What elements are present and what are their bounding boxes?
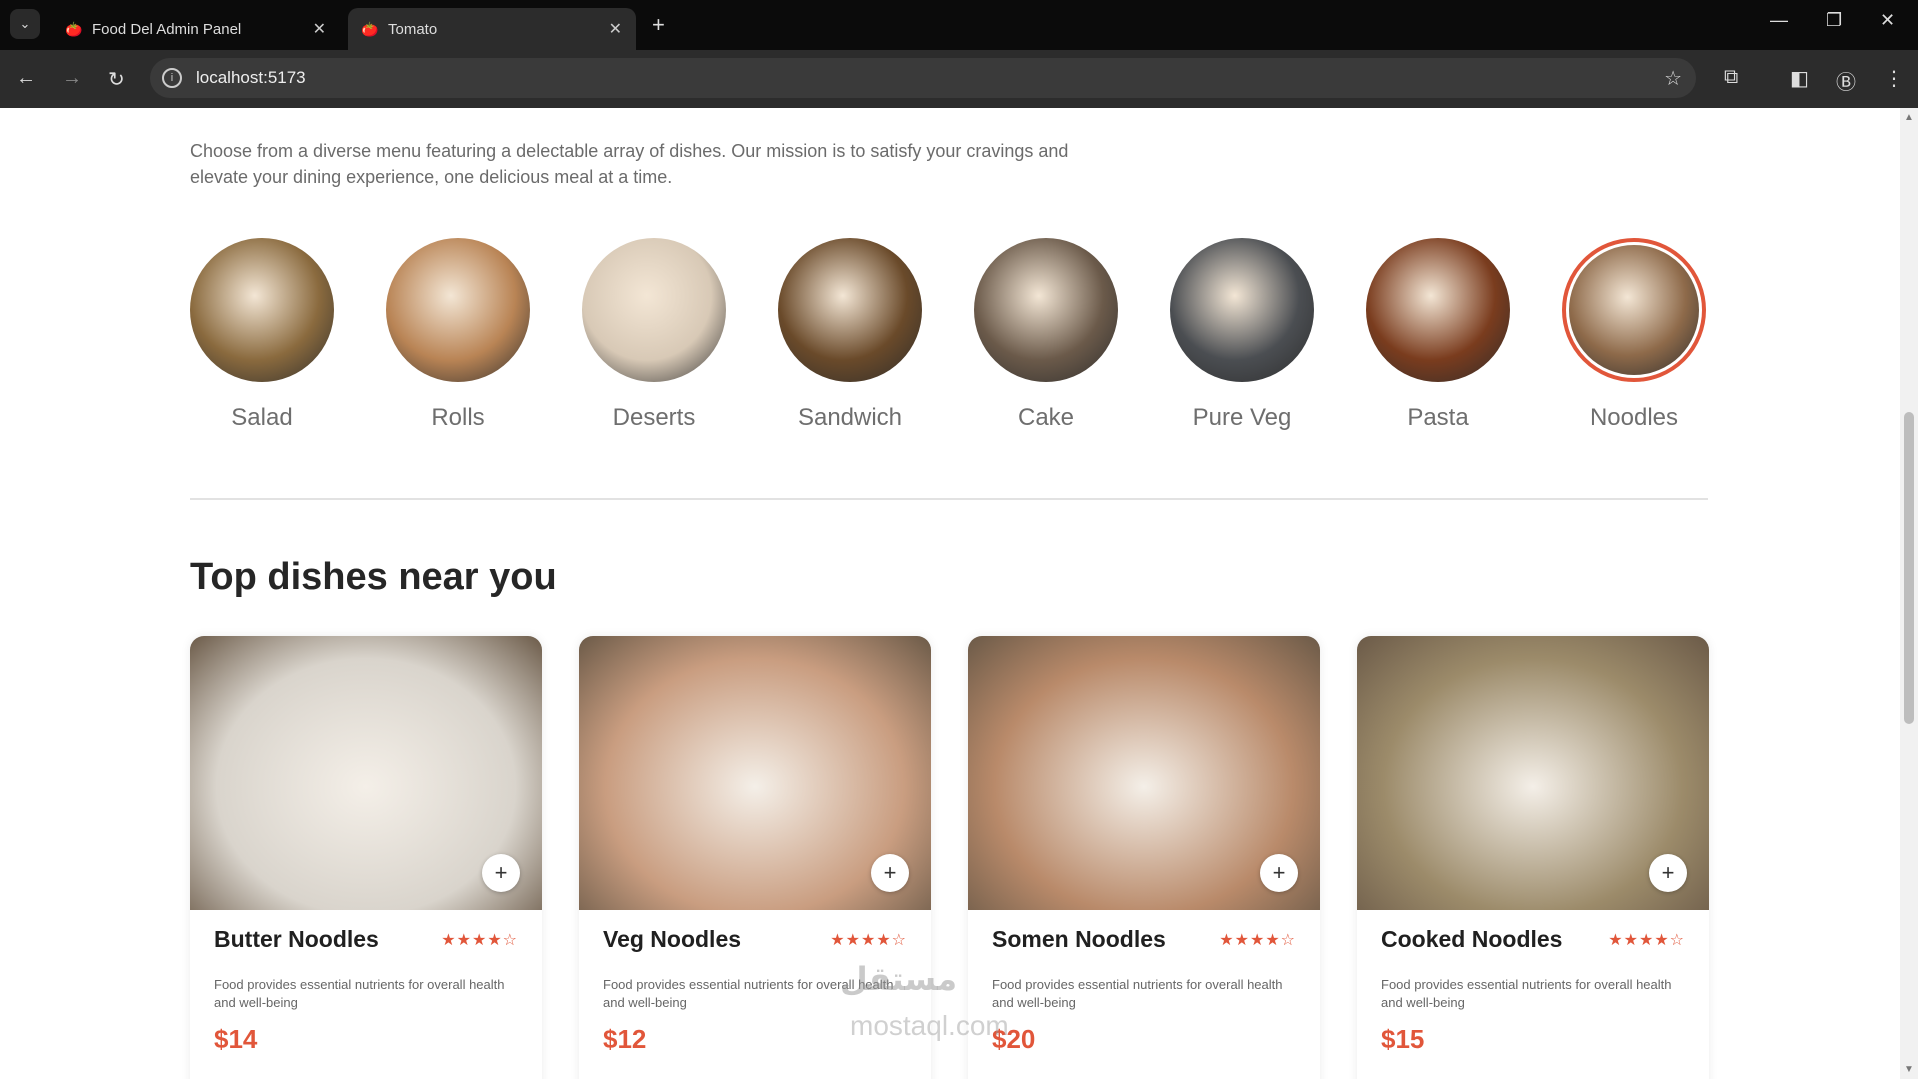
restore-icon[interactable]: ❐ bbox=[1826, 10, 1842, 31]
add-to-cart-button[interactable]: + bbox=[871, 854, 909, 892]
watermark-arabic: مستقل bbox=[840, 961, 958, 997]
dish-price: $15 bbox=[1381, 1024, 1425, 1054]
category-image bbox=[1170, 238, 1314, 382]
extensions-icon[interactable]: ⧉ bbox=[1724, 66, 1738, 89]
rating-stars: ★★★★☆ bbox=[441, 932, 518, 949]
scroll-up-icon[interactable]: ▲ bbox=[1904, 112, 1914, 123]
new-tab-button[interactable]: + bbox=[652, 12, 665, 38]
browser-toolbar: ← → ↻ i localhost:5173 ☆ ⧉ ◧ Ⓑ ⋮ bbox=[0, 50, 1918, 108]
dish-price: $12 bbox=[603, 1024, 647, 1054]
category-list: Salad Rolls Deserts Sandwich Cake Pure V… bbox=[190, 238, 1710, 438]
category-name: Noodles bbox=[1589, 404, 1679, 431]
close-icon[interactable]: ✕ bbox=[313, 19, 326, 39]
dish-description: Food provides essential nutrients for ov… bbox=[1381, 977, 1672, 1010]
dish-description: Food provides essential nutrients for ov… bbox=[992, 977, 1283, 1010]
dish-description: Food provides essential nutrients for ov… bbox=[214, 977, 505, 1010]
category-name: Rolls bbox=[431, 404, 485, 431]
bookmark-star-icon[interactable]: ☆ bbox=[1664, 66, 1682, 91]
category-image bbox=[1366, 238, 1510, 382]
sidebar-icon[interactable]: ◧ bbox=[1790, 66, 1809, 91]
dish-card[interactable]: + Butter Noodles ★★★★☆ Food provides ess… bbox=[190, 636, 542, 1079]
section-divider bbox=[190, 498, 1708, 500]
profile-icon[interactable]: Ⓑ bbox=[1836, 66, 1856, 95]
add-to-cart-button[interactable]: + bbox=[1260, 854, 1298, 892]
add-to-cart-button[interactable]: + bbox=[1649, 854, 1687, 892]
dish-name: Butter Noodles bbox=[214, 926, 379, 952]
category-salad[interactable]: Salad bbox=[190, 238, 334, 432]
dish-image: + bbox=[1357, 636, 1709, 910]
category-rolls[interactable]: Rolls bbox=[386, 238, 530, 432]
category-cake[interactable]: Cake bbox=[974, 238, 1118, 432]
dish-image: + bbox=[579, 636, 931, 910]
dish-image: + bbox=[968, 636, 1320, 910]
category-image bbox=[190, 238, 334, 382]
tab-bar: ⌄ 🍅 Food Del Admin Panel ✕ 🍅 Tomato ✕ + … bbox=[0, 0, 1918, 50]
category-name: Sandwich bbox=[797, 404, 903, 431]
scroll-down-icon[interactable]: ▼ bbox=[1904, 1064, 1914, 1075]
tab-label: Tomato bbox=[388, 20, 438, 38]
tab-label: Food Del Admin Panel bbox=[92, 20, 242, 38]
tomato-icon: 🍅 bbox=[361, 20, 379, 37]
tab-tomato[interactable]: 🍅 Tomato ✕ bbox=[348, 8, 636, 50]
rating-stars: ★★★★☆ bbox=[1608, 932, 1685, 949]
section-heading: Top dishes near you bbox=[190, 556, 557, 598]
minimize-icon[interactable]: — bbox=[1770, 10, 1788, 31]
close-window-icon[interactable]: ✕ bbox=[1880, 10, 1895, 31]
dish-name: Veg Noodles bbox=[603, 926, 742, 952]
category-name: Deserts bbox=[612, 404, 696, 431]
category-image bbox=[386, 238, 530, 382]
category-name: Salad bbox=[231, 404, 293, 431]
reload-icon[interactable]: ↻ bbox=[108, 67, 125, 92]
add-to-cart-button[interactable]: + bbox=[482, 854, 520, 892]
category-name: Pasta bbox=[1407, 404, 1469, 431]
category-name: Pure Veg bbox=[1192, 404, 1292, 431]
site-info-icon[interactable]: i bbox=[162, 68, 182, 88]
back-icon[interactable]: ← bbox=[16, 67, 36, 90]
page-content: Choose from a diverse menu featuring a d… bbox=[0, 108, 1900, 1079]
dish-card[interactable]: + Somen Noodles ★★★★☆ Food provides esse… bbox=[968, 636, 1320, 1079]
category-pasta[interactable]: Pasta bbox=[1366, 238, 1510, 432]
tab-search-button[interactable]: ⌄ bbox=[10, 9, 40, 39]
address-bar[interactable]: i localhost:5173 ☆ bbox=[150, 58, 1696, 98]
category-image bbox=[974, 238, 1118, 382]
close-icon[interactable]: ✕ bbox=[609, 19, 622, 39]
category-name: Cake bbox=[1017, 404, 1075, 431]
category-sandwich[interactable]: Sandwich bbox=[778, 238, 922, 432]
category-image bbox=[1569, 245, 1699, 375]
category-deserts[interactable]: Deserts bbox=[582, 238, 726, 432]
category-noodles[interactable]: Noodles bbox=[1562, 238, 1706, 432]
menu-description: Choose from a diverse menu featuring a d… bbox=[190, 141, 1069, 187]
browser-chrome: ⌄ 🍅 Food Del Admin Panel ✕ 🍅 Tomato ✕ + … bbox=[0, 0, 1918, 108]
dish-price: $14 bbox=[214, 1024, 258, 1054]
tab-admin-panel[interactable]: 🍅 Food Del Admin Panel ✕ bbox=[52, 8, 340, 50]
category-image bbox=[582, 238, 726, 382]
tomato-icon: 🍅 bbox=[65, 20, 83, 37]
dish-name: Cooked Noodles bbox=[1381, 926, 1563, 952]
category-pure-veg[interactable]: Pure Veg bbox=[1170, 238, 1314, 432]
scrollbar[interactable]: ▲ ▼ bbox=[1900, 108, 1918, 1079]
watermark-latin: mostaql.com bbox=[850, 1010, 1009, 1041]
category-image-selected bbox=[1562, 238, 1706, 382]
dish-name: Somen Noodles bbox=[992, 926, 1166, 952]
dish-card[interactable]: + Cooked Noodles ★★★★☆ Food provides ess… bbox=[1357, 636, 1709, 1079]
forward-icon[interactable]: → bbox=[62, 67, 82, 90]
url-text: localhost:5173 bbox=[196, 68, 306, 87]
rating-stars: ★★★★☆ bbox=[1219, 932, 1296, 949]
rating-stars: ★★★★☆ bbox=[830, 932, 907, 949]
scrollbar-thumb[interactable] bbox=[1904, 412, 1914, 724]
menu-kebab-icon[interactable]: ⋮ bbox=[1884, 66, 1904, 91]
category-image bbox=[778, 238, 922, 382]
dish-image: + bbox=[190, 636, 542, 910]
